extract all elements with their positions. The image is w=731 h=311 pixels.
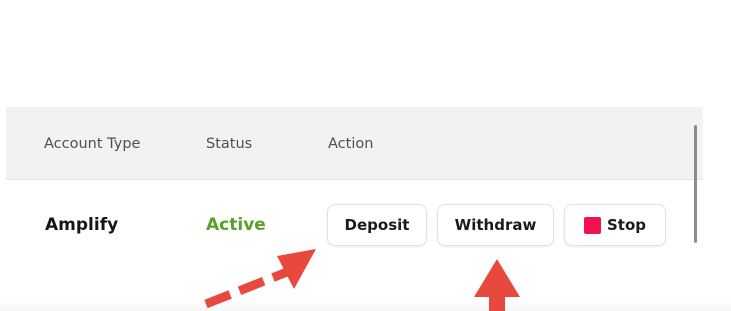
- annotation-overlay: [204, 249, 520, 311]
- up-arrow-icon: [474, 259, 520, 311]
- up-arrow-head: [474, 259, 520, 297]
- dashed-arrow-icon: [204, 249, 316, 309]
- up-arrow-shaft: [489, 296, 505, 311]
- screen: Account Type Status Action Amplify Activ…: [0, 0, 731, 311]
- dashed-arrow-shaft: [204, 267, 289, 309]
